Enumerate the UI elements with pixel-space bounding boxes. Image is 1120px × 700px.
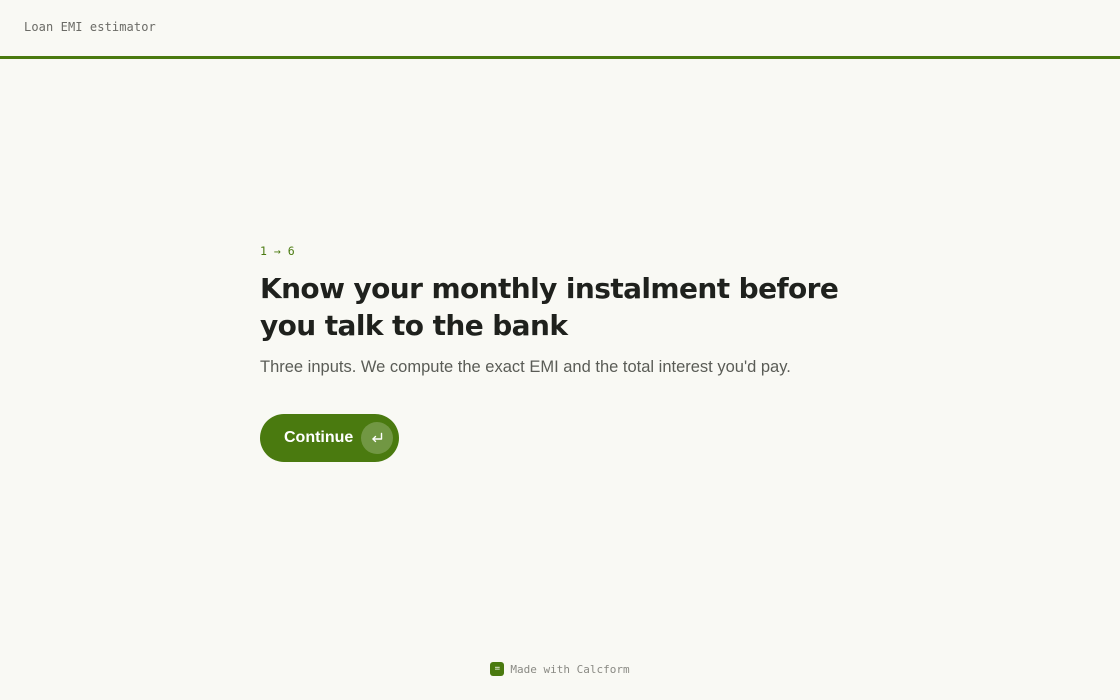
- continue-button-label: Continue: [284, 429, 354, 446]
- enter-return-icon: [361, 422, 393, 454]
- made-with-badge[interactable]: = Made with Calcform: [490, 662, 630, 676]
- top-bar: Loan EMI estimator: [0, 0, 1120, 59]
- continue-button[interactable]: Continue: [260, 414, 399, 462]
- made-with-text: Made with Calcform: [510, 662, 630, 676]
- calcform-logo-icon: =: [490, 662, 505, 676]
- footer: = Made with Calcform: [0, 660, 1120, 678]
- app-title: Loan EMI estimator: [24, 20, 156, 34]
- page-subtitle: Three inputs. We compute the exact EMI a…: [260, 358, 791, 376]
- step-indicator: 1 → 6: [260, 244, 295, 258]
- page-title: Know your monthly instalment before you …: [260, 272, 839, 342]
- enter-return-icon-glyph: [372, 432, 383, 443]
- hero-section: 1 → 6 Know your monthly instalment befor…: [260, 242, 880, 378]
